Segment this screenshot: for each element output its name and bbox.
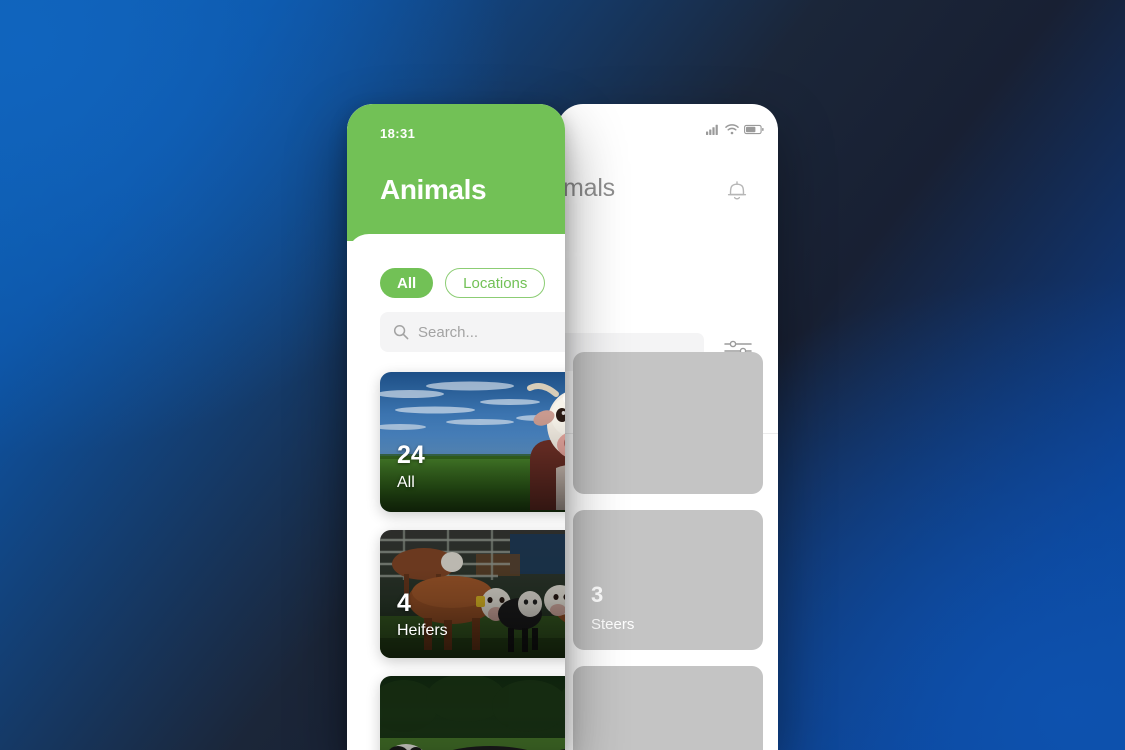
animal-card-list: 24 All 4 Heifers	[380, 372, 565, 750]
content-sheet: All Locations Search... 24 All 4 Heifers	[347, 234, 565, 750]
card-count: 4	[397, 589, 411, 617]
ghost-card-label: Steers	[591, 616, 635, 633]
card-label: All	[397, 474, 415, 491]
card-count: 24	[397, 441, 425, 469]
card-scrim	[380, 676, 565, 750]
back-status-bar	[706, 124, 764, 135]
search-placeholder: Search...	[418, 323, 479, 341]
back-card-list: 3 Steers	[573, 352, 763, 750]
ghost-card[interactable]	[573, 666, 763, 750]
animal-card-third[interactable]	[380, 676, 565, 750]
back-page-title: mals	[563, 174, 615, 202]
bell-icon[interactable]	[724, 176, 750, 204]
wifi-icon	[725, 124, 739, 135]
card-label: Heifers	[397, 622, 448, 639]
ghost-card-count: 3	[591, 582, 604, 607]
background-gradient: mals Lists Locations	[0, 0, 1125, 750]
animal-card-all[interactable]: 24 All	[380, 372, 565, 512]
green-app-header: 18:31 Animals	[347, 104, 565, 241]
front-phone-mockup: 18:31 Animals All Locations Search... 24…	[347, 104, 565, 750]
back-phone-mockup: mals Lists Locations	[557, 104, 778, 750]
ghost-card[interactable]	[573, 352, 763, 494]
battery-icon	[744, 124, 764, 135]
search-icon	[393, 324, 409, 340]
page-title: Animals	[380, 174, 487, 205]
animal-card-heifers[interactable]: 4 Heifers	[380, 530, 565, 658]
search-input[interactable]: Search...	[380, 312, 565, 352]
ghost-card[interactable]: 3 Steers	[573, 510, 763, 650]
status-bar-time: 18:31	[380, 126, 416, 141]
filter-pill-row: All Locations	[380, 268, 546, 298]
filter-pill-all[interactable]: All	[380, 268, 434, 298]
filter-pill-locations[interactable]: Locations	[445, 268, 546, 298]
cellular-signal-icon	[706, 124, 720, 135]
